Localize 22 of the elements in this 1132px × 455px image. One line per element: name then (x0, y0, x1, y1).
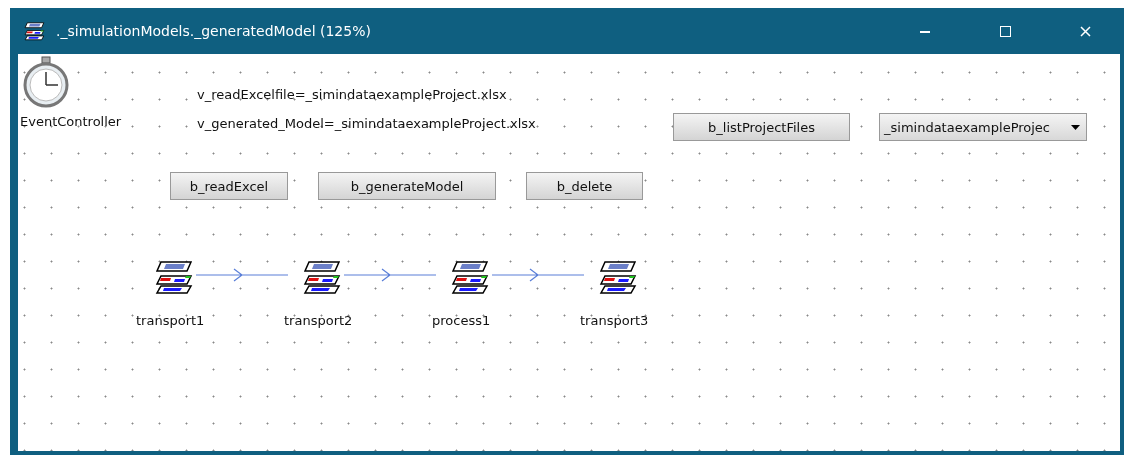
close-icon[interactable] (1079, 25, 1091, 37)
layers-icon (599, 259, 639, 295)
list-files-button[interactable]: b_listProjectFiles (673, 113, 850, 141)
layers-icon (451, 259, 491, 295)
node-label: process1 (432, 313, 491, 328)
action-button[interactable]: b_delete (526, 172, 643, 200)
action-button[interactable]: b_readExcel (170, 172, 288, 200)
project-dropdown[interactable]: _simindataexampleProjec (879, 113, 1087, 141)
node-label: transport2 (284, 313, 353, 328)
layers-icon (24, 21, 46, 41)
caret-icon (1071, 124, 1080, 130)
layers-icon (155, 259, 195, 295)
variable-text: v_generated_Model=_simindataexampleProject.xlsx (197, 116, 536, 131)
maximize-icon[interactable] (999, 25, 1011, 37)
action-button[interactable]: b_generateModel (318, 172, 496, 200)
node-label: transport1 (136, 313, 205, 328)
variable-text: v_readExcelfile=_simindataexampleProject.xlsx (197, 87, 507, 102)
minimize-icon[interactable] (920, 29, 930, 33)
layers-icon (303, 259, 343, 295)
node-label: transport3 (580, 313, 649, 328)
controller-label: EventController (20, 114, 122, 129)
window-title: ._simulationModels._generatedModel (125%) (56, 23, 372, 39)
